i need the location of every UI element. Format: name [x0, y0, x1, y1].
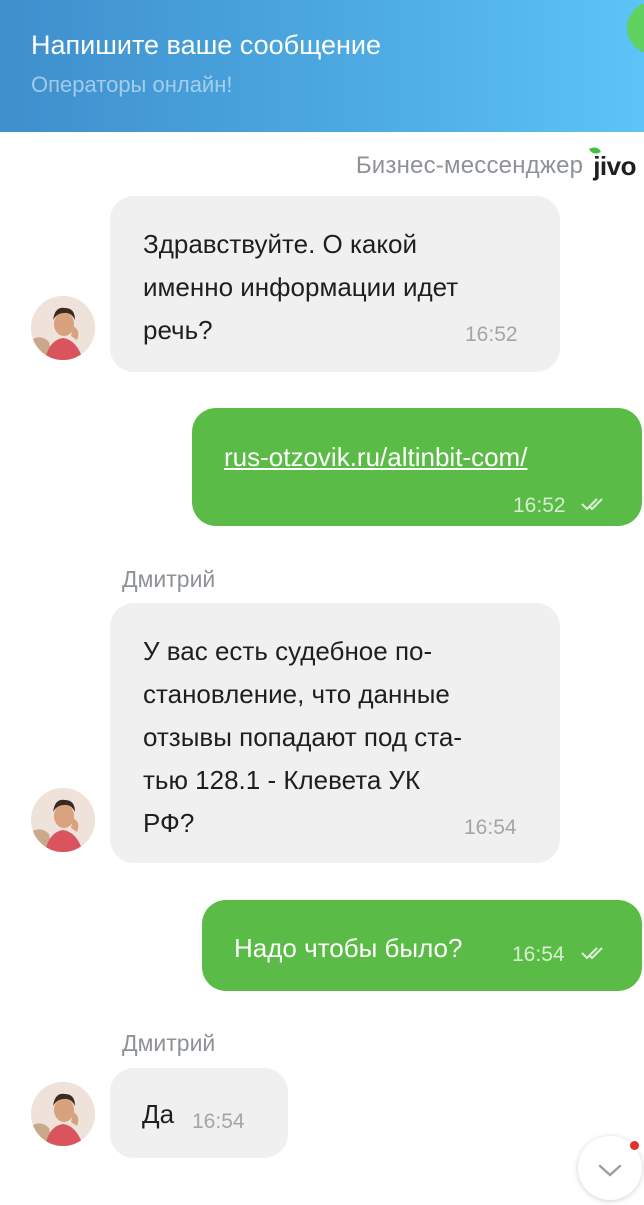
sender-name: Дмитрий [122, 1030, 216, 1056]
message-line: У вас есть судебное по- [143, 636, 433, 666]
message-text: rus-otzovik.ru/altinbit-com/ [224, 436, 527, 479]
unread-dot [630, 1141, 639, 1150]
header-title: Напишите ваше сообщение [31, 30, 382, 60]
message-line: речь? [143, 315, 213, 345]
message-bubble-incoming: У вас есть судебное по- становление, что… [110, 603, 560, 863]
message-text: Надо чтобы было? [234, 933, 463, 963]
message-time: 16:54 [192, 1110, 245, 1133]
message-time: 16:52 [513, 494, 566, 517]
message-line: становление, что данные [143, 679, 450, 709]
header-subtitle: Операторы онлайн! [31, 72, 233, 97]
message-line: Здравствуйте. О какой [143, 229, 418, 259]
message-text: У вас есть судебное по- становление, что… [143, 630, 462, 845]
chat-header: Напишите ваше сообщение Операторы онлайн… [0, 0, 644, 132]
avatar-image [31, 296, 95, 360]
avatar-image [31, 1082, 95, 1146]
message-line: тью 128.1 - Клевета УК [143, 765, 421, 795]
message-bubble-incoming: Да 16:54 [110, 1068, 288, 1158]
message-bubble-outgoing: Надо чтобы было? 16:54 [202, 900, 642, 991]
message-time: 16:52 [465, 323, 518, 346]
message-link[interactable]: rus-otzovik.ru/altinbit-com/ [224, 442, 527, 472]
message-line: РФ? [143, 808, 195, 838]
double-check-icon [581, 947, 603, 960]
operator-avatar [31, 1082, 95, 1146]
operator-avatar [31, 296, 95, 360]
branding[interactable]: Бизнес-мессенджер jivo [355, 145, 636, 184]
message-time: 16:54 [464, 816, 517, 839]
jivo-logo: jivo [589, 145, 636, 182]
message-text: Да [142, 1099, 175, 1129]
branding-label: Бизнес-мессенджер [355, 152, 584, 179]
message-line: отзывы попадают под ста- [143, 722, 462, 752]
sender-name: Дмитрий [122, 566, 216, 592]
header-online-indicator [627, 2, 644, 54]
operator-avatar [31, 788, 95, 852]
message-bubble-incoming: Здравствуйте. О какой именно информации … [110, 196, 560, 372]
avatar-image [31, 788, 95, 852]
message-bubble-outgoing: rus-otzovik.ru/altinbit-com/ 16:52 [192, 408, 642, 526]
double-check-icon [581, 498, 603, 511]
jivo-logo-text: jivo [593, 150, 636, 181]
message-line: именно информации идет [143, 272, 459, 302]
message-time: 16:54 [512, 943, 565, 966]
message-text: Здравствуйте. О какой именно информации … [143, 223, 458, 352]
